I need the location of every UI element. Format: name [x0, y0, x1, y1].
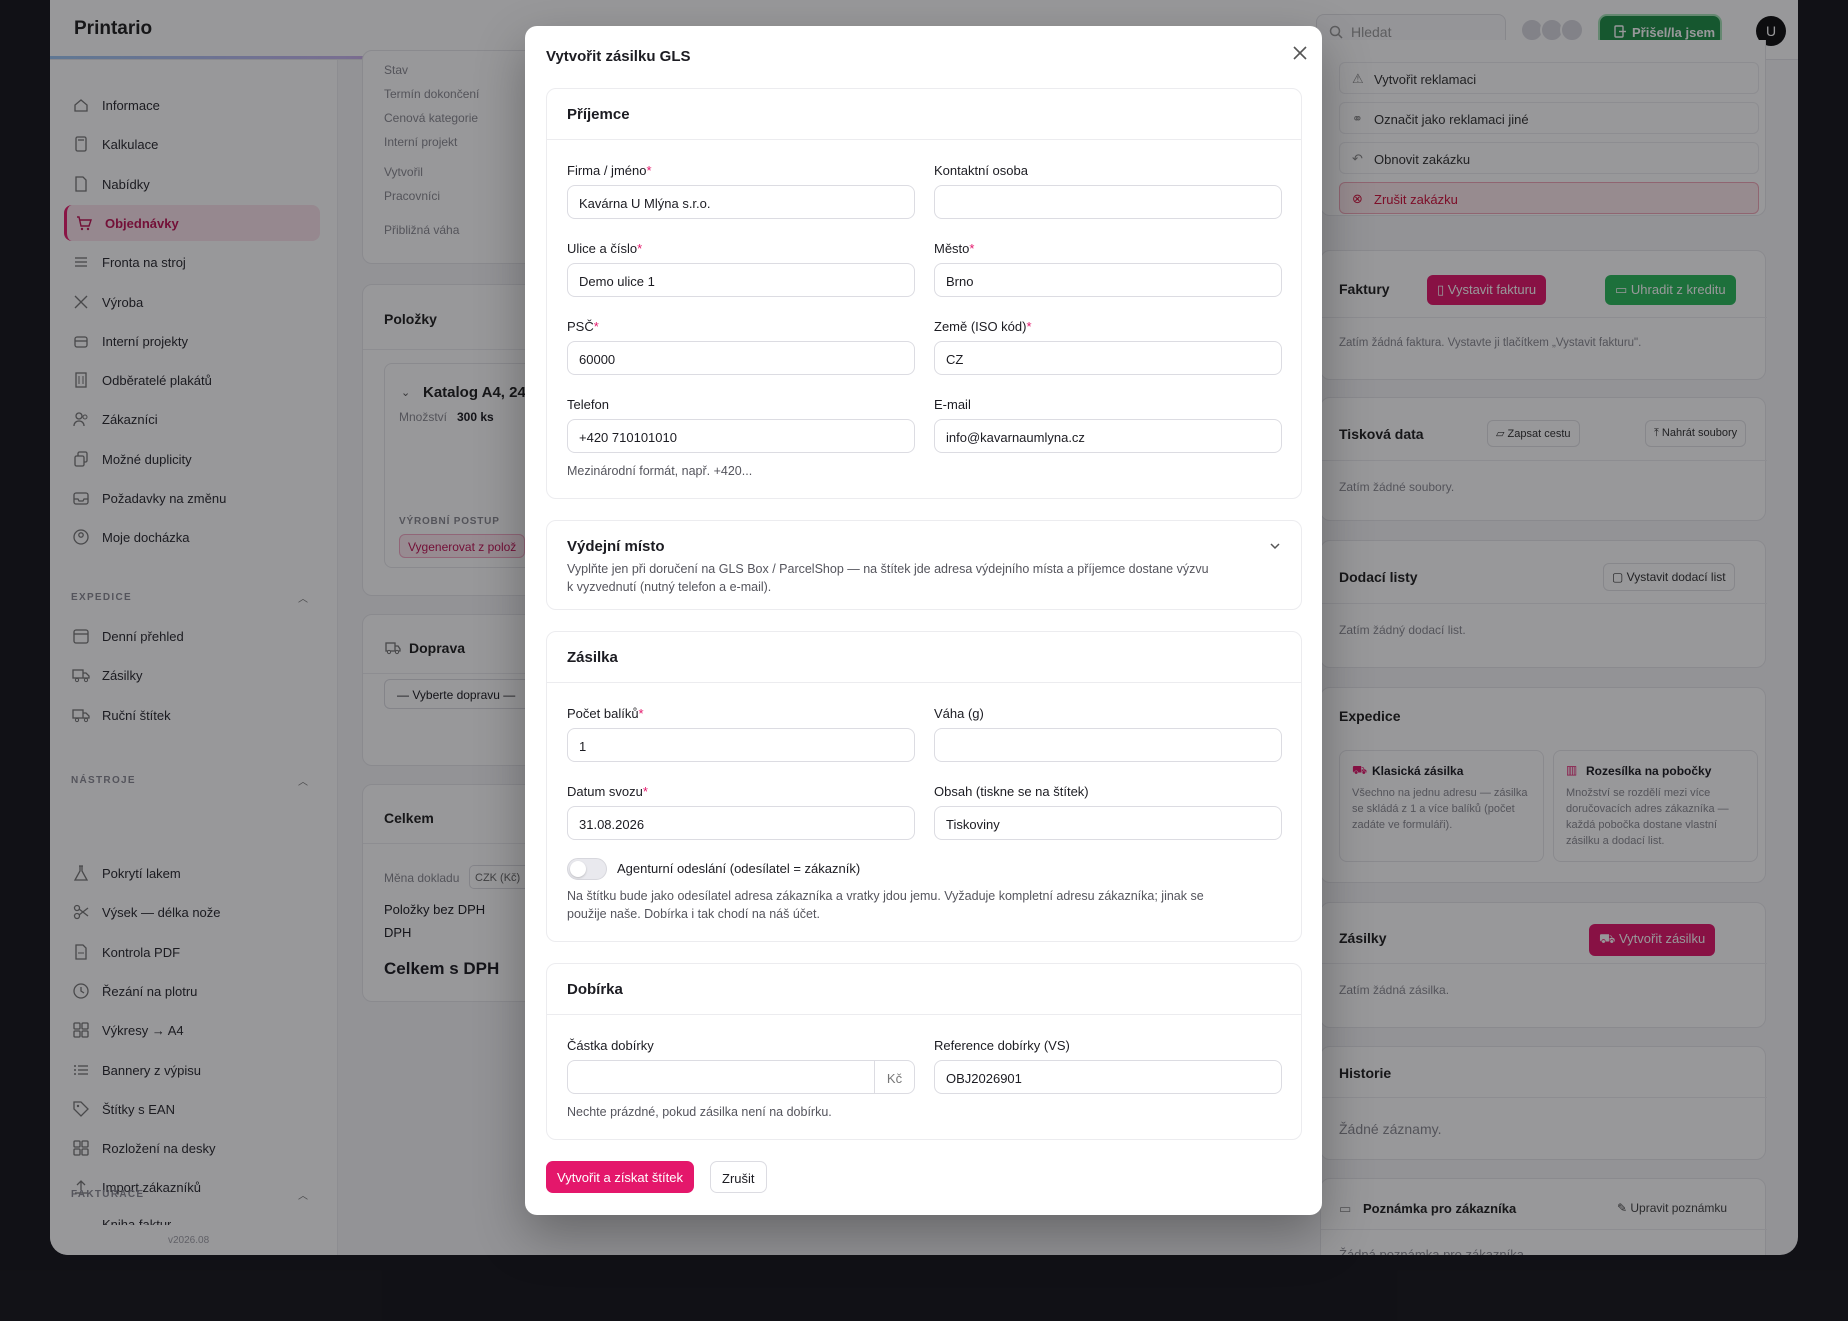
- content-label: Obsah (tiskne se na štítek): [934, 784, 1089, 799]
- street-input[interactable]: Demo ulice 1: [567, 263, 915, 297]
- company-label: Firma / jméno*: [567, 163, 652, 178]
- create-label-button[interactable]: Vytvořit a získat štítek: [546, 1161, 694, 1193]
- zip-label: PSČ*: [567, 319, 599, 334]
- phone-label: Telefon: [567, 397, 609, 412]
- cod-reference-label: Reference dobírky (VS): [934, 1038, 1070, 1053]
- agency-hint-line1: Na štítku bude jako odesílatel adresa zá…: [567, 889, 1204, 903]
- pickup-desc-line1: Vyplňte jen při doručení na GLS Box / Pa…: [567, 562, 1209, 576]
- pickup-title: Výdejní místo: [567, 538, 665, 555]
- recipient-title: Příjemce: [567, 106, 630, 123]
- country-input[interactable]: CZ: [934, 341, 1282, 375]
- zip-input[interactable]: 60000: [567, 341, 915, 375]
- company-input[interactable]: Kavárna U Mlýna s.r.o.: [567, 185, 915, 219]
- parcel-count-input[interactable]: 1: [567, 728, 915, 762]
- close-icon[interactable]: [1289, 42, 1311, 64]
- contact-label: Kontaktní osoba: [934, 163, 1028, 178]
- contact-input[interactable]: [934, 185, 1282, 219]
- parcel-count-label: Počet balíků*: [567, 706, 644, 721]
- email-label: E-mail: [934, 397, 971, 412]
- cod-title: Dobírka: [567, 981, 623, 998]
- weight-label: Váha (g): [934, 706, 984, 721]
- phone-hint: Mezinárodní formát, např. +420...: [567, 464, 753, 478]
- cod-amount-label: Částka dobírky: [567, 1038, 654, 1053]
- agency-label: Agenturní odeslání (odesílatel = zákazní…: [617, 861, 861, 876]
- modal-title: Vytvořit zásilku GLS: [546, 48, 691, 65]
- email-input[interactable]: info@kavarnaumlyna.cz: [934, 419, 1282, 453]
- cod-section: Dobírka Částka dobírky Kč Reference dobí…: [546, 963, 1302, 1140]
- cod-hint: Nechte prázdné, pokud zásilka není na do…: [567, 1105, 832, 1119]
- cod-reference-input[interactable]: OBJ2026901: [934, 1060, 1282, 1094]
- recipient-section: Příjemce Firma / jméno* Kavárna U Mlýna …: [546, 88, 1302, 499]
- city-input[interactable]: Brno: [934, 263, 1282, 297]
- agency-hint-line2: použije naše. Dobírka i tak chodí na náš…: [567, 907, 820, 921]
- pickup-desc-line2: k vyzvednutí (nutný telefon a e-mail).: [567, 580, 772, 594]
- create-gls-shipment-modal: Vytvořit zásilku GLS Příjemce Firma / jm…: [525, 26, 1322, 1215]
- pickup-date-input[interactable]: 31.08.2026: [567, 806, 915, 840]
- shipment-title: Zásilka: [567, 649, 618, 666]
- city-label: Město*: [934, 241, 975, 256]
- street-label: Ulice a číslo*: [567, 241, 643, 256]
- pickup-point-section[interactable]: Výdejní místo Vyplňte jen při doručení n…: [546, 520, 1302, 610]
- currency-suffix: Kč: [874, 1061, 914, 1093]
- cod-amount-input[interactable]: Kč: [567, 1060, 915, 1094]
- content-input[interactable]: Tiskoviny: [934, 806, 1282, 840]
- pickup-date-label: Datum svozu*: [567, 784, 648, 799]
- country-label: Země (ISO kód)*: [934, 319, 1032, 334]
- phone-input[interactable]: +420 710101010: [567, 419, 915, 453]
- weight-input[interactable]: [934, 728, 1282, 762]
- chevron-down-icon[interactable]: [1269, 542, 1281, 550]
- shipment-section: Zásilka Počet balíků* 1 Váha (g) Datum s…: [546, 631, 1302, 942]
- agency-toggle[interactable]: [567, 858, 607, 880]
- cancel-button[interactable]: Zrušit: [710, 1161, 767, 1193]
